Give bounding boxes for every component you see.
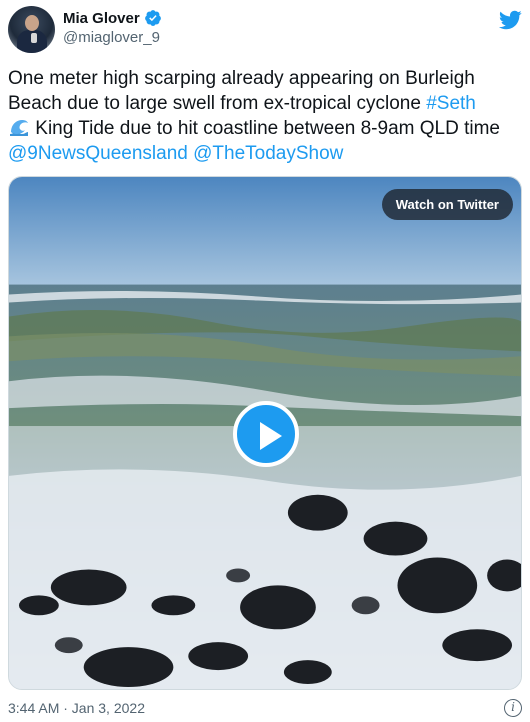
tweet-text-part1: One meter high scarping already appearin…: [8, 68, 475, 114]
tweet-header: Mia Glover @miaglover_9: [8, 6, 522, 56]
info-icon[interactable]: i: [504, 699, 522, 717]
tweet-text: One meter high scarping already appearin…: [8, 66, 522, 166]
verified-badge-icon: [144, 10, 161, 26]
author-display-name[interactable]: Mia Glover: [63, 10, 140, 27]
tweet-text-part2: King Tide due to hit coastline between 8…: [30, 118, 500, 139]
watch-on-twitter-button[interactable]: Watch on Twitter: [381, 189, 513, 220]
video-thumbnail[interactable]: Watch on Twitter: [8, 176, 522, 690]
author-handle[interactable]: @miaglover_9: [63, 29, 162, 46]
author-block: Mia Glover @miaglover_9: [63, 9, 162, 46]
water-wave-icon: [10, 120, 28, 136]
play-button[interactable]: [233, 401, 299, 467]
tweet-timestamp[interactable]: 3:44 AM · Jan 3, 2022: [8, 700, 145, 716]
mention-thetodayshow[interactable]: @TheTodayShow: [193, 143, 343, 164]
mention-9newsqueensland[interactable]: @9NewsQueensland: [8, 143, 188, 164]
twitter-bird-icon[interactable]: [498, 8, 522, 32]
hashtag-link[interactable]: #Seth: [426, 93, 476, 114]
play-icon: [260, 422, 282, 450]
avatar[interactable]: [8, 6, 55, 53]
